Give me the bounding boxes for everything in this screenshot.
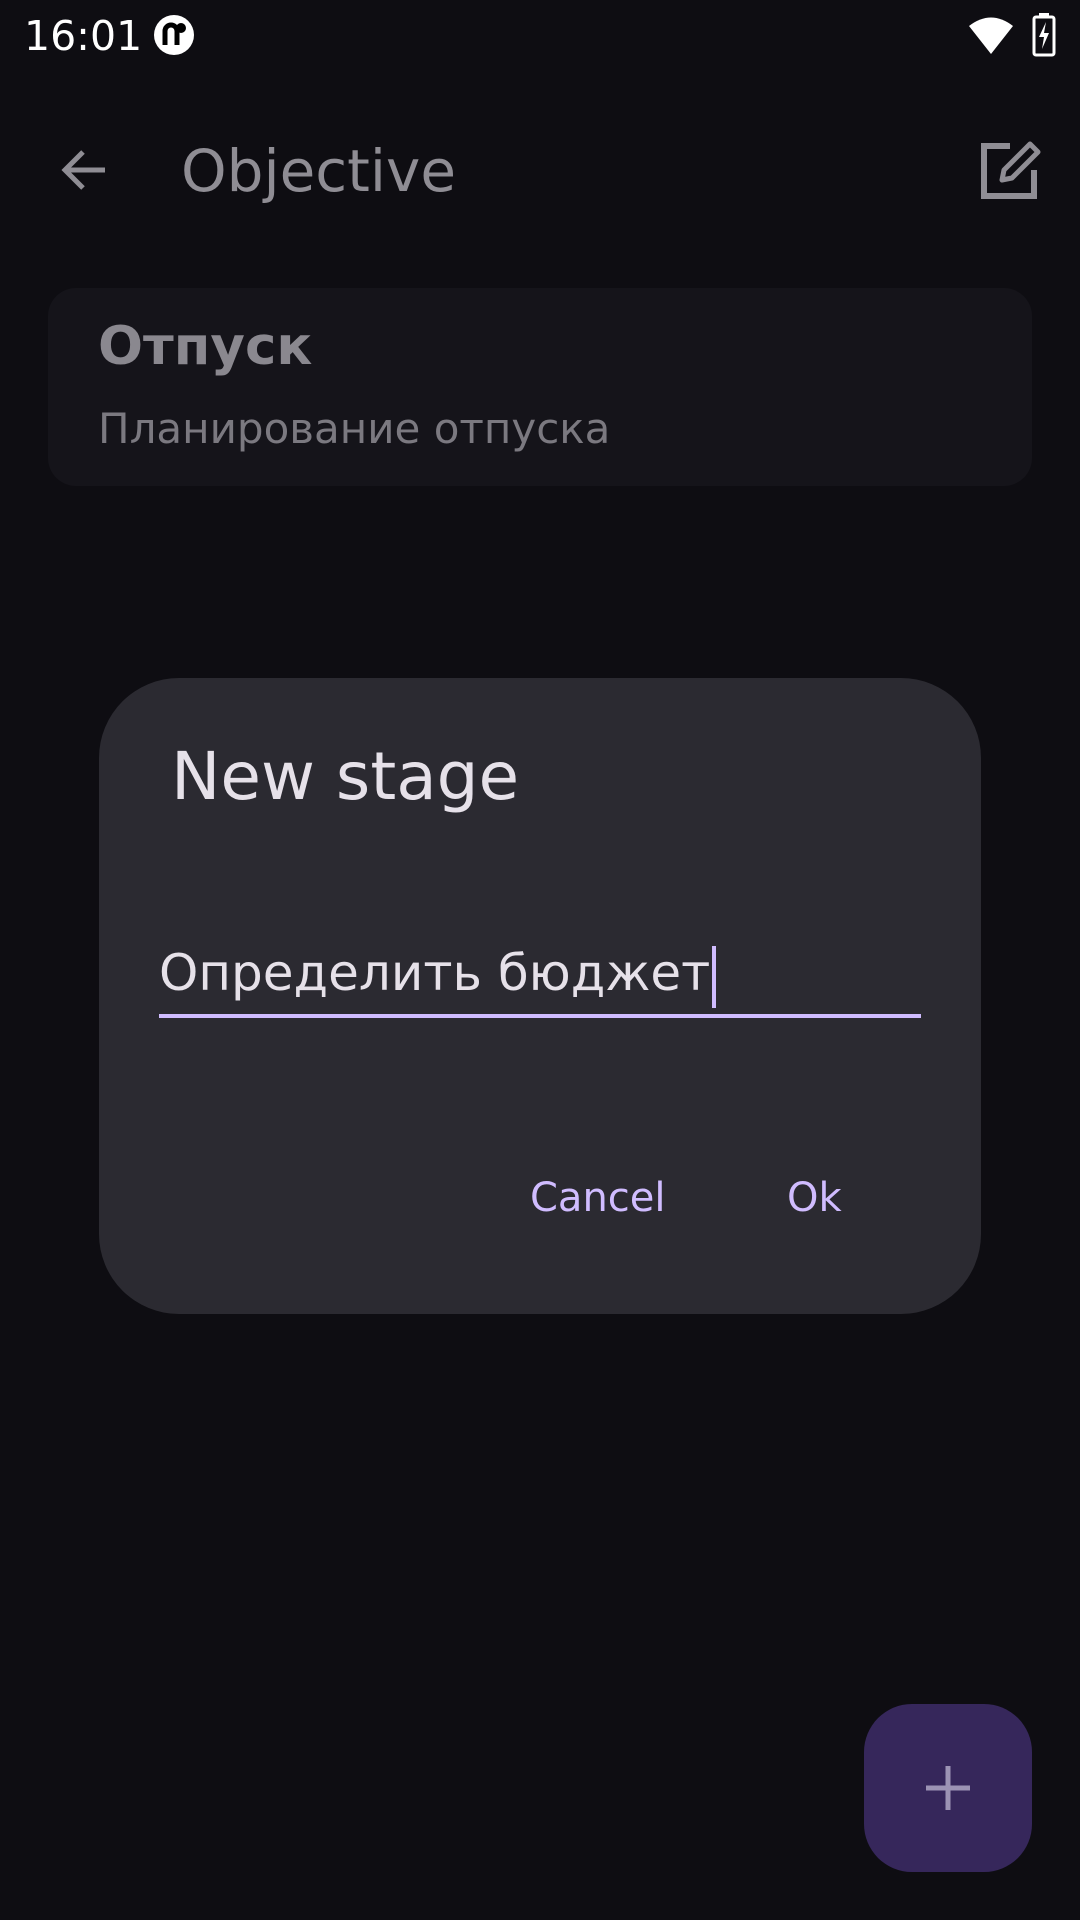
dialog-title: New stage (171, 738, 520, 815)
objective-card[interactable]: Отпуск Планирование отпуска (48, 288, 1032, 486)
top-app-bar: Objective (0, 100, 1080, 240)
objective-description: Планирование отпуска (98, 404, 611, 453)
plus-icon (926, 1766, 970, 1810)
edit-button[interactable] (970, 130, 1050, 210)
screen: 16:01 Objective Отпуск Планирование отпу… (0, 0, 1080, 1920)
back-button[interactable] (46, 132, 122, 208)
new-stage-dialog: New stage Определить бюджет Cancel Ok (99, 678, 981, 1314)
add-stage-fab[interactable] (864, 1704, 1032, 1872)
stage-name-input-value: Определить бюджет (159, 944, 711, 1002)
stage-name-input[interactable]: Определить бюджет (159, 928, 921, 1018)
text-cursor (712, 945, 717, 1008)
battery-charging-icon (1032, 13, 1056, 57)
status-bar: 16:01 (0, 0, 1080, 75)
objective-title: Отпуск (98, 316, 313, 377)
app-notification-icon (154, 15, 194, 55)
ok-button[interactable]: Ok (787, 1168, 842, 1228)
status-time: 16:01 (24, 12, 143, 60)
edit-icon (981, 141, 1041, 199)
wifi-icon (969, 17, 1013, 54)
cancel-button[interactable]: Cancel (530, 1168, 666, 1228)
arrow-back-icon (61, 150, 105, 190)
page-title: Objective (181, 137, 457, 205)
